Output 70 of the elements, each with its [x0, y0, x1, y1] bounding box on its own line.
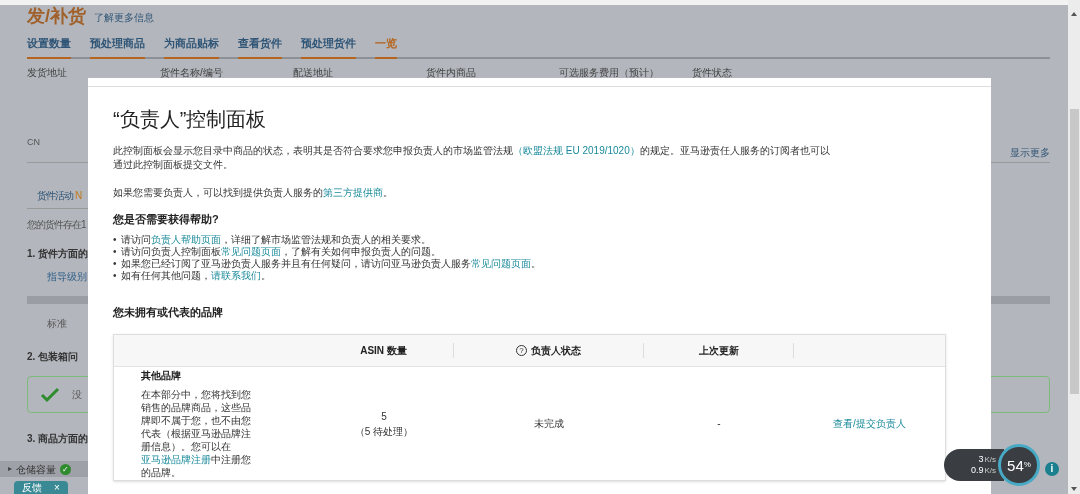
section-heading: 3. 商品方面的 — [27, 432, 89, 446]
bullet: • — [113, 257, 117, 270]
bullet: • — [113, 245, 117, 258]
bullet: • — [113, 233, 117, 246]
text-link[interactable]: 亚马逊品牌注册 — [141, 454, 211, 465]
scroll-up-icon[interactable] — [1071, 12, 1077, 16]
nav-tab[interactable]: 为商品贴标 — [164, 35, 219, 59]
show-more-link[interactable]: 显示更多 — [1010, 145, 1050, 160]
section-heading: 1. 货件方面的 — [27, 247, 89, 261]
percent-sign: % — [1023, 459, 1031, 469]
nav-tab[interactable]: 预处理货件 — [301, 35, 356, 59]
pending-count: （5 待处理） — [354, 424, 414, 439]
modal-title: “负责人”控制面板 — [113, 109, 268, 129]
text-link[interactable]: 负责人帮助页面 — [150, 233, 221, 245]
learn-more-link[interactable]: 了解更多信息 — [94, 10, 154, 25]
scroll-thumb[interactable] — [1069, 109, 1079, 394]
column-header: ASIN 数量 — [360, 344, 407, 358]
nav-tab[interactable]: 查看货件 — [238, 35, 282, 59]
new-label: N — [75, 189, 83, 203]
column-header: 发货地址 — [27, 65, 68, 80]
asin-count: 5 — [381, 409, 387, 424]
speed-unit: K/s — [984, 456, 996, 464]
help-item: 如有任何其他问题，请联系我们。 — [120, 269, 271, 282]
column-header: 货件名称/编号 — [160, 65, 224, 80]
bullet: • — [113, 269, 117, 282]
text-link[interactable]: 常见问题页面 — [470, 257, 531, 269]
help-item: 请访问负责人控制面板常见问题页面，了解有关如何申报负责人的问题。 — [120, 245, 441, 258]
notice-text: 您的货件存在1 — [27, 218, 86, 232]
page-title: 发/补货 — [27, 7, 86, 25]
column-header: 货件状态 — [692, 65, 733, 80]
view-submit-link[interactable]: 查看/提交负责人 — [794, 416, 945, 431]
last-updated: - — [716, 417, 722, 431]
nav-tab[interactable]: 一览 — [375, 35, 397, 59]
activity-tab[interactable]: 货件活动 — [37, 188, 73, 203]
scroll-down-icon[interactable] — [1071, 487, 1077, 491]
provider-paragraph: 如果您需要负责人，可以找到提供负责人服务的第三方提供商。 — [113, 186, 394, 200]
column-header: 上次更新 — [698, 344, 739, 358]
help-item: 请访问负责人帮助页面，详细了解市场监管法规和负责人的相关要求。 — [120, 233, 431, 246]
help-heading: 您是否需要获得帮助? — [113, 212, 220, 227]
nav-tab[interactable]: 预处理商品 — [90, 35, 145, 59]
upload-speed: 3 — [978, 455, 984, 464]
status-text: 未完成 — [533, 417, 565, 431]
column-header: 配送地址 — [293, 65, 334, 80]
feedback-button[interactable]: 反馈 × — [14, 481, 68, 494]
text-link[interactable]: 请联系我们 — [210, 269, 261, 281]
check-icon — [40, 386, 60, 403]
column-header: 指导级别 — [46, 270, 87, 284]
bottom-bar-label[interactable]: 仓储容量 — [16, 461, 56, 477]
usage-percent: 54 — [1007, 457, 1024, 473]
download-speed: 0.9 — [970, 466, 984, 475]
country-code: CN — [27, 135, 41, 149]
status-message: 没 — [72, 388, 82, 402]
nav-tab[interactable]: 设置数量 — [27, 35, 71, 59]
brand-description: 在本部分中，您将找到您销售的品牌商品，这些品牌即不属于您，也不由您代表（根据亚马逊品牌注册信息）。您可以在 亚马逊品牌注册中注册您的品牌。 — [141, 388, 252, 479]
expand-arrow[interactable]: ▸ — [8, 463, 12, 475]
help-item: 如果您已经订阅了亚马逊负责人服务并且有任何疑问，请访问亚马逊负责人服务常见问题页面。 — [120, 257, 541, 270]
check-icon: ✓ — [60, 463, 71, 475]
section-heading: 2. 包装箱问 — [27, 350, 79, 364]
text-link[interactable]: 常见问题页面 — [220, 245, 281, 257]
text-link[interactable]: （欧盟法规 EU 2019/1020） — [513, 145, 640, 156]
text-link[interactable]: 第三方提供商 — [323, 187, 383, 198]
info-icon[interactable]: i — [1045, 462, 1059, 476]
column-header: 负责人状态 — [531, 344, 581, 358]
brand-name: 其他品牌 — [141, 369, 182, 383]
column-header: 货件内商品 — [426, 65, 477, 80]
speed-unit: K/s — [984, 467, 996, 475]
column-header: 可选服务费用（预计） — [559, 65, 660, 80]
brands-heading: 您未拥有或代表的品牌 — [113, 304, 224, 320]
intro-paragraph: 此控制面板会显示您目录中商品的状态，表明其是否符合要求您申报负责人的市场监管法规（欧盟法规 EU 2019/1020）的规定。亚马逊责任人服务的订阅者也可以通过此控制面板提交文件。 — [113, 144, 831, 172]
table-cell-text: 标准 — [46, 317, 67, 331]
